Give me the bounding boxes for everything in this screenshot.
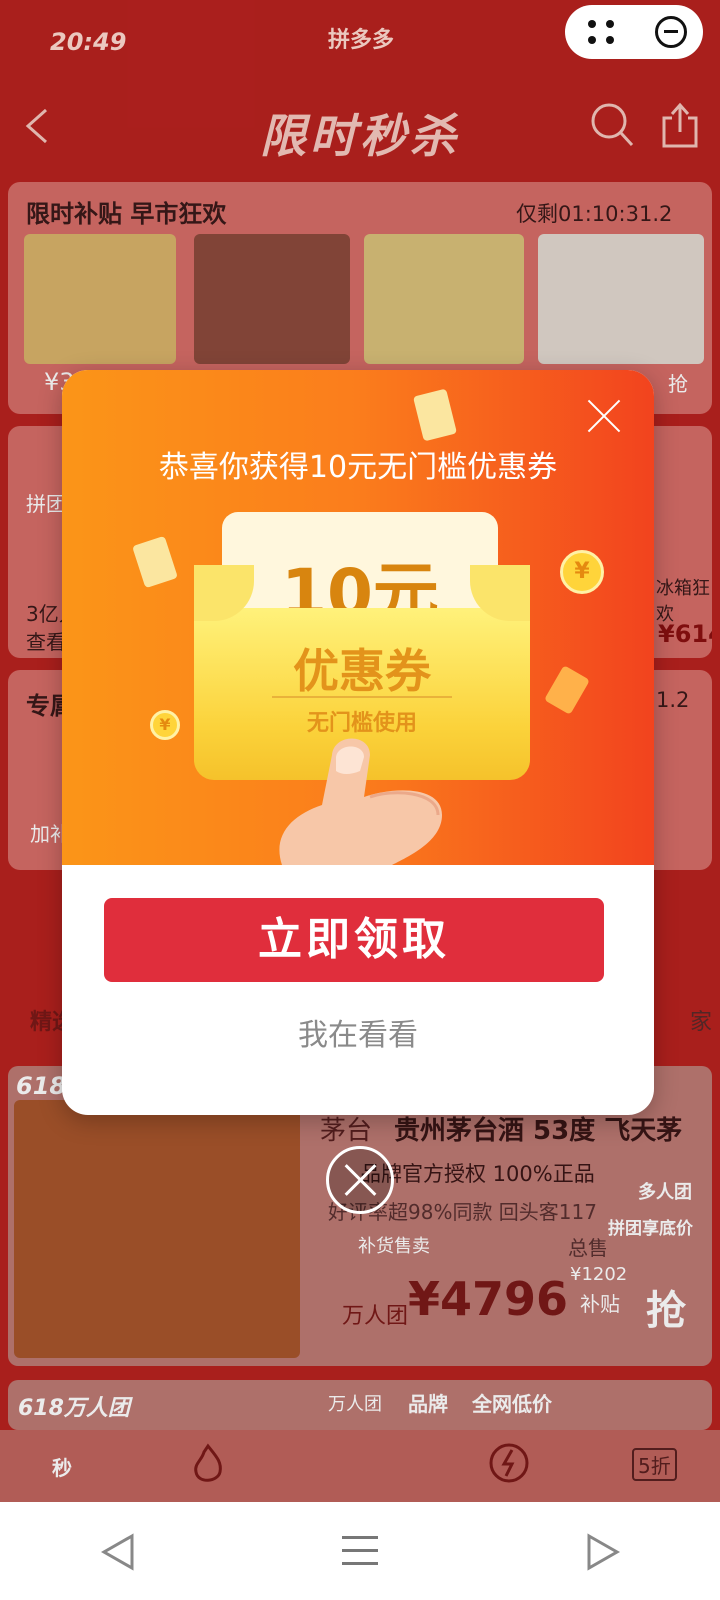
close-icon[interactable]: [326, 1146, 394, 1214]
forward-triangle-icon[interactable]: [585, 1532, 621, 1572]
claim-coupon-button[interactable]: 立即领取: [104, 898, 604, 982]
modal-close-icon[interactable]: [587, 398, 623, 434]
coin-decoration: ¥: [150, 710, 180, 740]
voucher-divider: [272, 696, 452, 698]
red-packet-decoration: [412, 388, 458, 442]
more-menu-icon[interactable]: [582, 12, 622, 52]
system-nav-bar: [0, 1502, 720, 1600]
coupon-modal: 恭喜你获得10元无门槛优惠券 ¥ ¥ 10元 优惠券 无门槛使用 立即领取 我在…: [62, 370, 654, 1115]
modal-banner: 恭喜你获得10元无门槛优惠券 ¥ ¥ 10元 优惠券 无门槛使用: [62, 370, 654, 865]
red-packet-decoration: [132, 535, 178, 589]
red-packet-decoration: [544, 665, 590, 715]
coin-decoration: ¥: [560, 550, 604, 594]
menu-icon[interactable]: [342, 1536, 378, 1566]
back-triangle-icon[interactable]: [100, 1532, 136, 1572]
modal-heading: 恭喜你获得10元无门槛优惠券: [158, 450, 558, 485]
voucher-type: 优惠券: [293, 644, 431, 698]
browse-later-link[interactable]: 我在看看: [62, 1010, 654, 1054]
miniapp-capsule[interactable]: [565, 5, 703, 59]
hand-illustration: [279, 738, 442, 865]
close-miniapp-icon[interactable]: [654, 16, 687, 48]
